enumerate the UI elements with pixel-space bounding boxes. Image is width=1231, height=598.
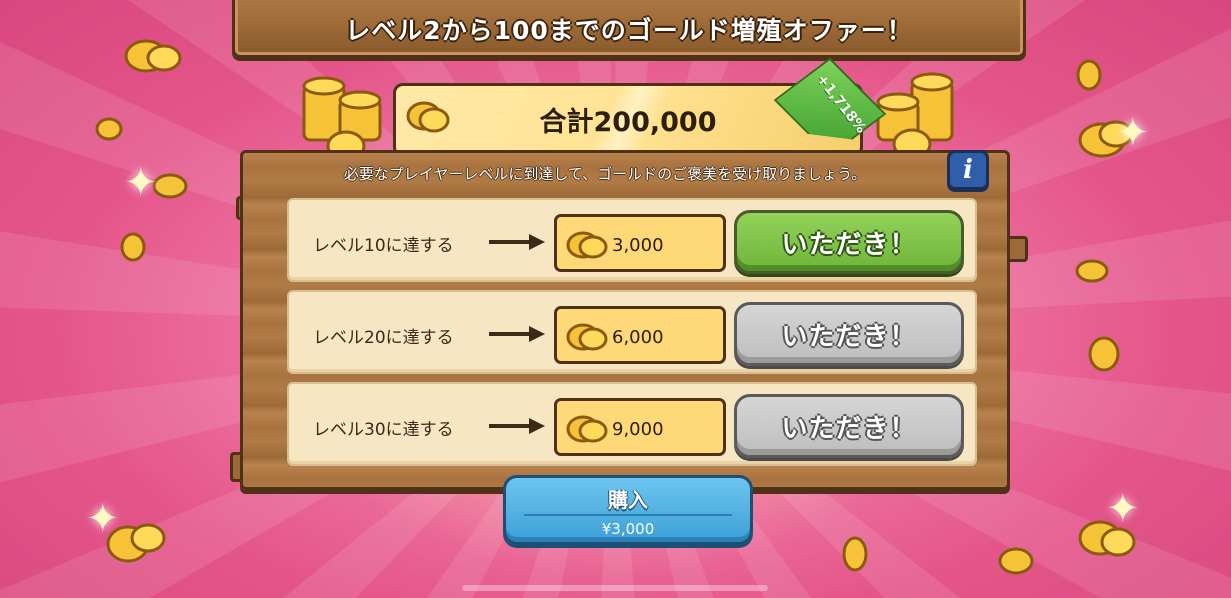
claim-button[interactable]: いただき！	[734, 210, 964, 274]
gold-coin-icon	[124, 39, 182, 73]
gold-coin-icon	[566, 323, 608, 351]
gold-coin-icon	[120, 232, 146, 262]
gold-coin-icon	[1088, 336, 1120, 372]
gold-coin-icon	[1075, 259, 1109, 283]
gold-coin-icon	[1076, 59, 1102, 91]
info-icon: i	[963, 155, 973, 185]
gold-coin-icon	[842, 536, 868, 572]
offer-description: 必要なプレイヤーレベルに到達して、ゴールドのご褒美を受け取りましょう。	[343, 164, 867, 183]
reward-row-level-30: レベル30に達する 9,000 いただき！	[287, 382, 977, 466]
purchase-price: ¥3,000	[601, 520, 655, 538]
reward-requirement: レベル30に達する	[313, 420, 454, 440]
purchase-button[interactable]: 購入 ¥3,000	[503, 475, 753, 545]
sparkle-icon: ✦	[86, 496, 120, 542]
arrow-right-icon	[489, 418, 545, 434]
home-indicator	[462, 585, 768, 591]
description-strip: 必要なプレイヤーレベルに到達して、ゴールドのご褒美を受け取りましょう。	[260, 154, 950, 192]
reward-amount: 3,000	[612, 235, 664, 256]
reward-requirement: レベル10に達する	[313, 236, 454, 256]
info-button[interactable]: i	[947, 150, 989, 190]
offer-title-banner: レベル2から100までのゴールド増殖オファー！	[232, 0, 1026, 58]
reward-amount: 9,000	[612, 419, 664, 440]
claim-button-disabled[interactable]: いただき！	[734, 302, 964, 366]
gold-coin-icon	[566, 415, 608, 443]
reward-amount: 6,000	[612, 327, 664, 348]
purchase-divider	[524, 514, 732, 516]
reward-row-level-10: レベル10に達する 3,000 いただき！	[287, 198, 977, 282]
reward-amount-box: 3,000	[554, 214, 726, 272]
reward-amount-box: 9,000	[554, 398, 726, 456]
reward-amount-box: 6,000	[554, 306, 726, 364]
reward-row-level-20: レベル20に達する 6,000 いただき！	[287, 290, 977, 374]
gold-coin-icon	[95, 117, 123, 141]
sparkle-icon: ✦	[1106, 486, 1140, 532]
gold-coin-icon	[998, 547, 1034, 575]
sparkle-icon: ✦	[124, 160, 158, 206]
sparkle-icon: ✦	[1116, 110, 1150, 156]
offer-title: レベル2から100までのゴールド増殖オファー！	[345, 16, 913, 45]
reward-requirement: レベル20に達する	[313, 328, 454, 348]
purchase-label: 購入	[608, 488, 648, 512]
arrow-right-icon	[489, 326, 545, 342]
claim-button-disabled[interactable]: いただき！	[734, 394, 964, 458]
gold-coin-icon	[566, 231, 608, 259]
arrow-right-icon	[489, 234, 545, 250]
